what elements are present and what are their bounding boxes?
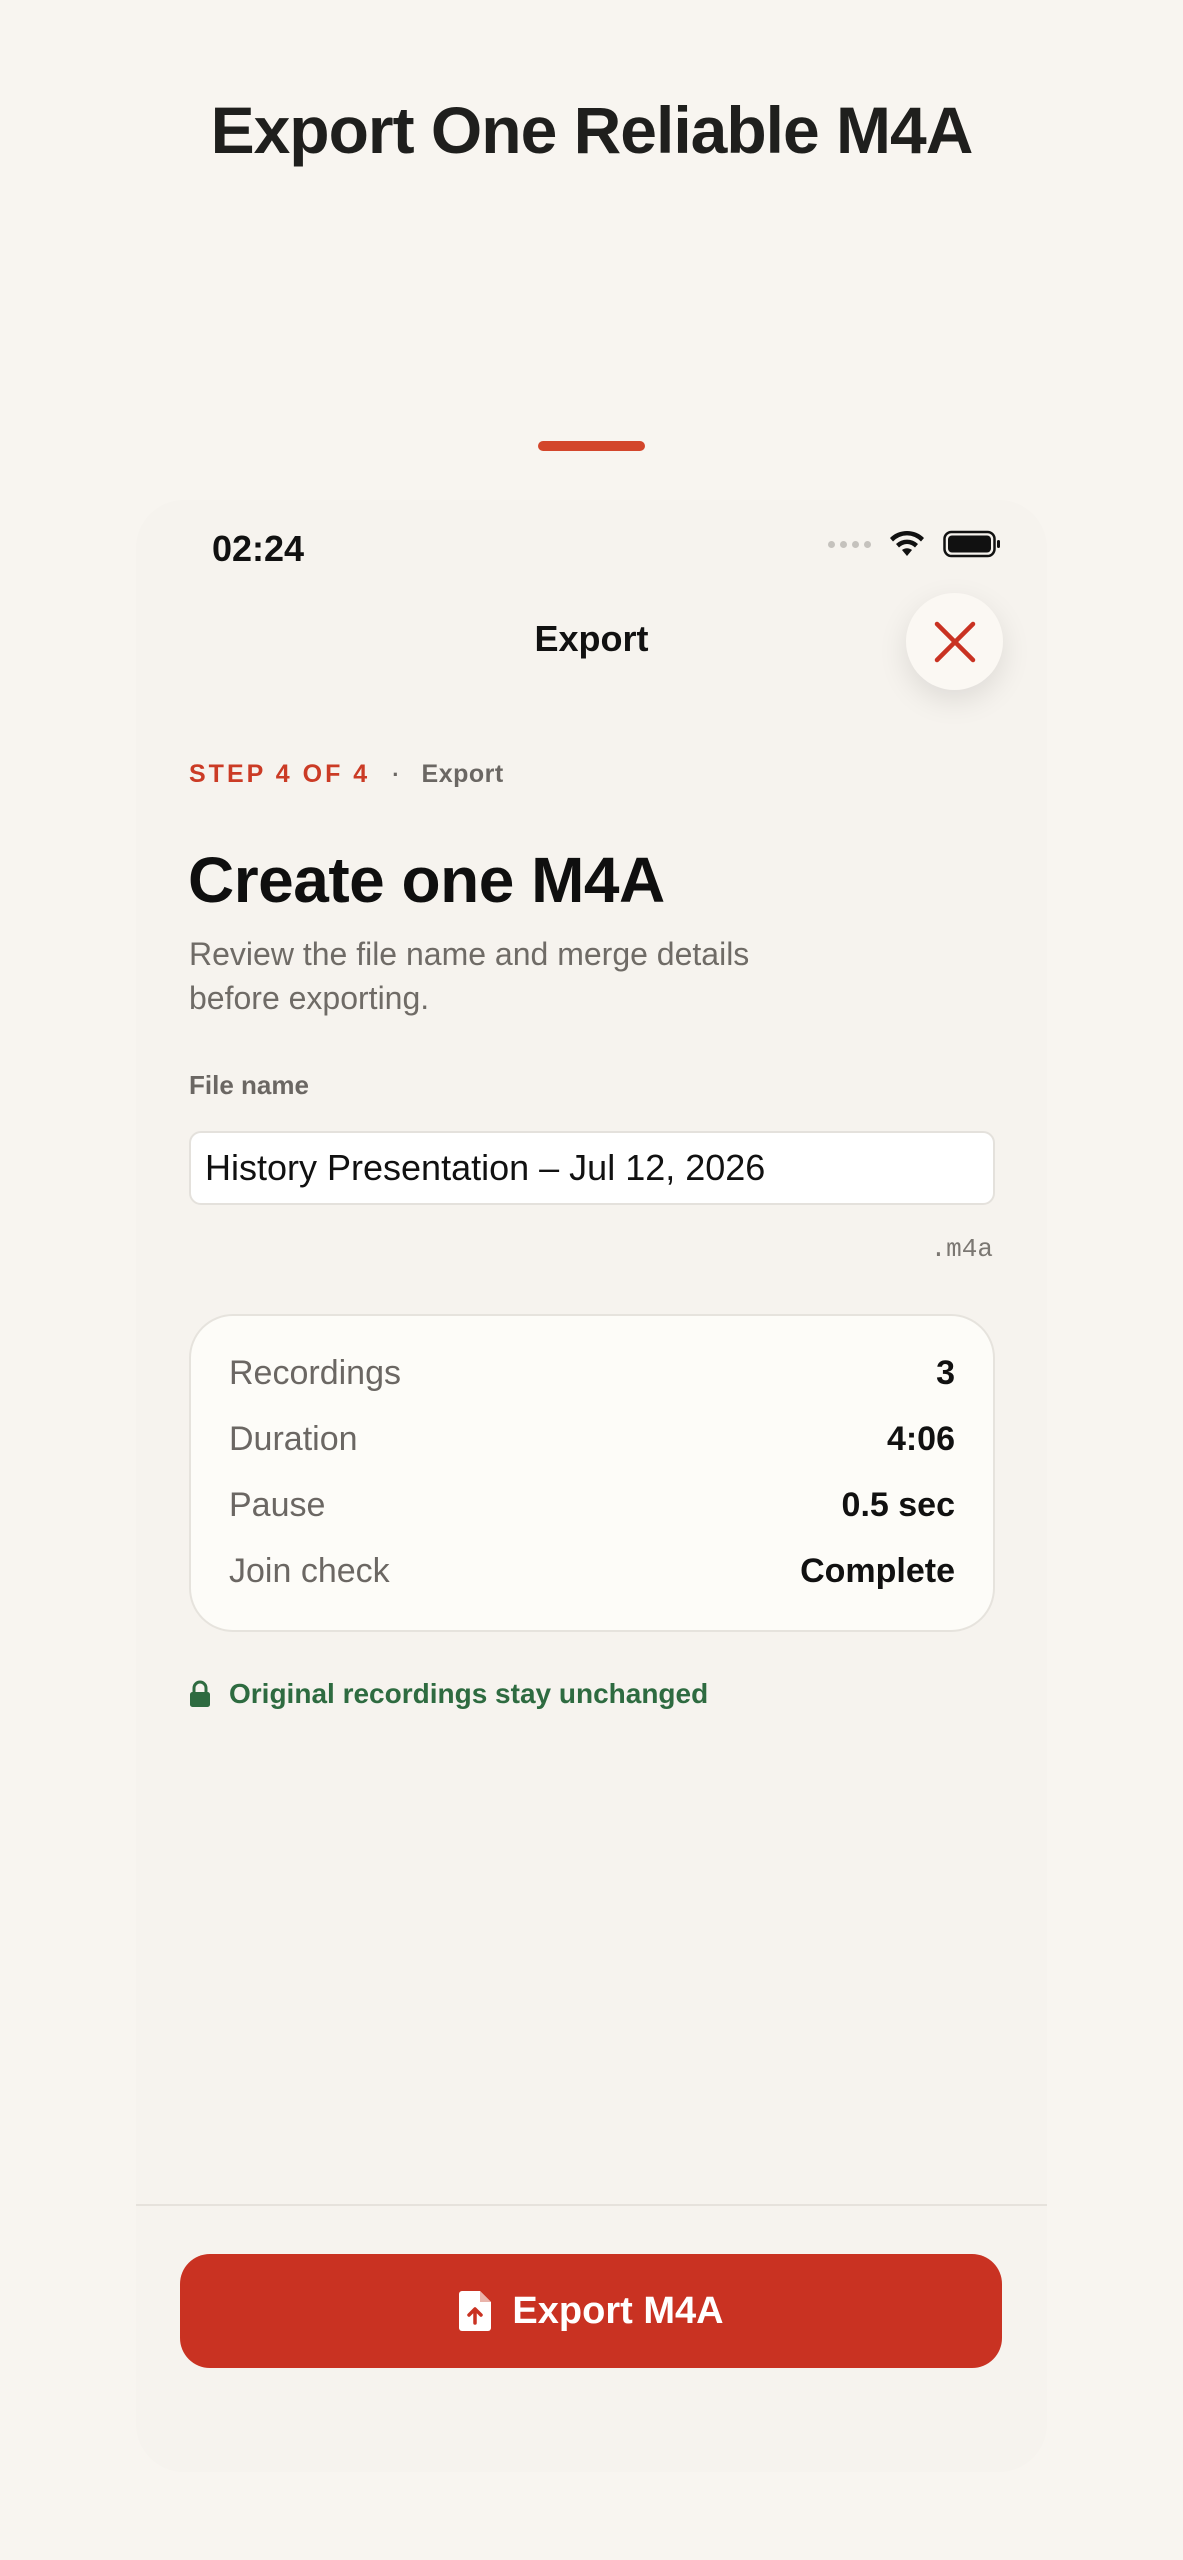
file-name-label: File name	[189, 1070, 309, 1100]
summary-value: 0.5 sec	[841, 1485, 955, 1524]
file-export-icon	[459, 2291, 492, 2331]
file-extension: .m4a	[930, 1234, 993, 1264]
step-label: STEP 4 OF 4	[189, 760, 371, 788]
summary-row-recordings: Recordings 3	[229, 1340, 955, 1406]
footer-divider	[136, 2204, 1047, 2206]
summary-row-pause: Pause 0.5 sec	[229, 1472, 955, 1538]
close-icon	[934, 621, 975, 662]
summary-label: Duration	[229, 1419, 358, 1458]
step-indicator: STEP 4 OF 4 · Export	[189, 760, 504, 789]
cellular-signal-icon	[828, 540, 871, 548]
screen-title: Create one M4A	[188, 844, 665, 916]
status-icons	[828, 530, 1001, 558]
summary-value: Complete	[800, 1551, 955, 1590]
sheet-grabber[interactable]	[538, 441, 645, 451]
export-button-label: Export M4A	[512, 2289, 724, 2332]
export-m4a-button[interactable]: Export M4A	[180, 2254, 1002, 2368]
screen-subtitle: Review the file name and merge details b…	[189, 936, 750, 1016]
step-name: Export	[421, 760, 504, 788]
merge-summary-card: Recordings 3 Duration 4:06 Pause 0.5 sec…	[189, 1314, 995, 1632]
summary-label: Pause	[229, 1485, 326, 1524]
phone-screen: 02:24 Export STEP 4 OF 4 · Export Create…	[136, 500, 1047, 2472]
step-separator: ·	[392, 761, 400, 787]
file-name-input[interactable]	[189, 1131, 995, 1205]
summary-value: 3	[936, 1353, 955, 1392]
lock-icon	[190, 1680, 210, 1707]
unchanged-note: Original recordings stay unchanged	[189, 1678, 708, 1710]
summary-label: Recordings	[229, 1353, 401, 1392]
summary-label: Join check	[229, 1551, 390, 1590]
summary-row-join-check: Join check Complete	[229, 1538, 955, 1604]
page-headline: Export One Reliable M4A	[210, 93, 974, 167]
status-time: 02:24	[212, 528, 305, 569]
battery-icon	[943, 530, 1000, 558]
summary-row-duration: Duration 4:06	[229, 1406, 955, 1472]
close-button[interactable]	[906, 593, 1003, 690]
wifi-icon	[890, 530, 924, 556]
unchanged-note-text: Original recordings stay unchanged	[229, 1678, 709, 1709]
summary-value: 4:06	[886, 1419, 955, 1458]
